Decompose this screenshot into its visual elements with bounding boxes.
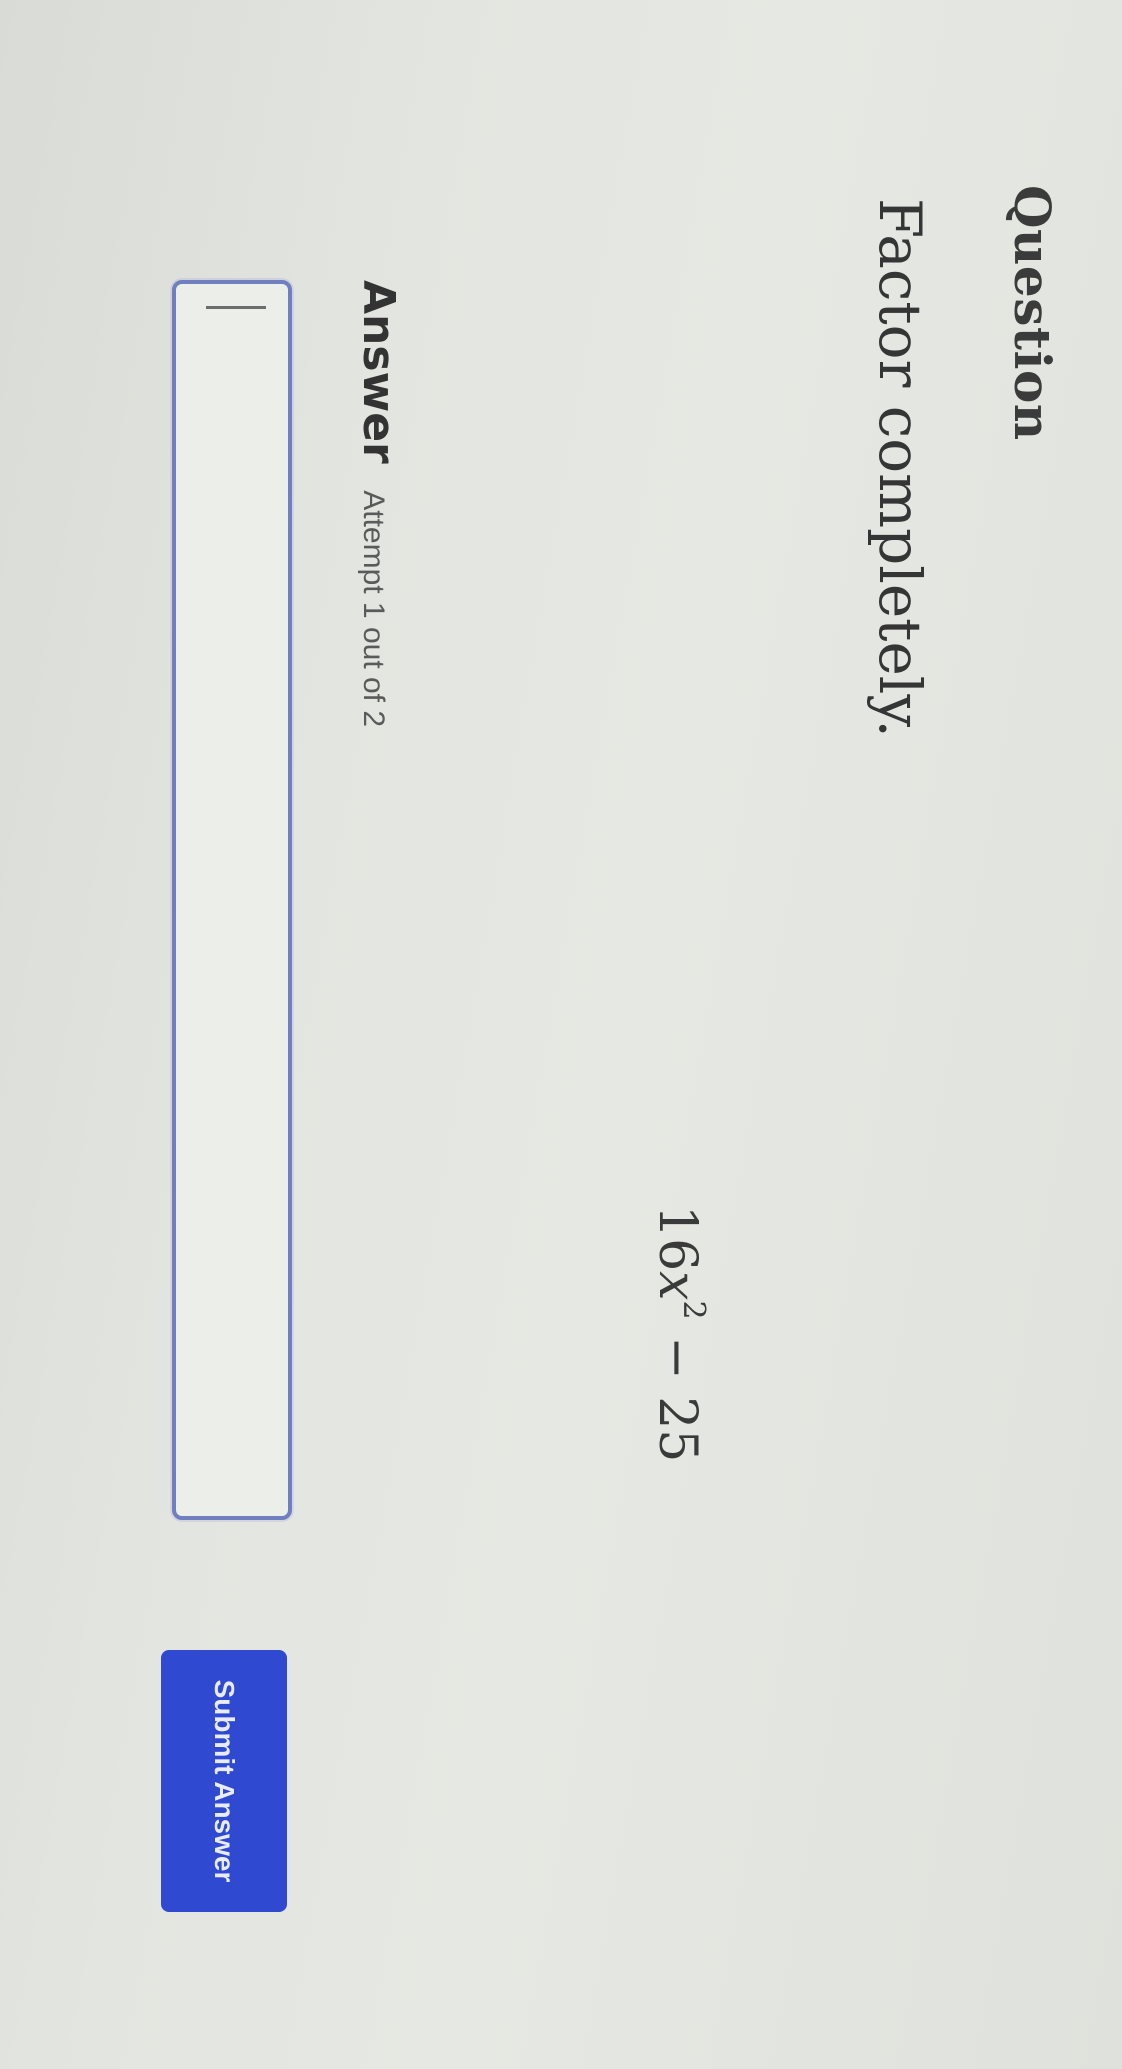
answer-header: Answer Attempt 1 out of 2	[353, 280, 404, 727]
answer-input[interactable]	[172, 280, 292, 1520]
attempt-counter: Attempt 1 out of 2	[357, 490, 390, 728]
expression-variable: x	[647, 1271, 707, 1301]
expression-exponent: 2	[676, 1300, 712, 1320]
expression-coefficient: 16	[647, 1205, 707, 1272]
math-expression: 16x2 − 25	[647, 1205, 711, 1463]
question-heading: Question	[1003, 185, 1062, 441]
submit-answer-button[interactable]: Submit Answer	[161, 1650, 287, 1912]
text-caret	[206, 306, 266, 309]
answer-label: Answer	[353, 280, 404, 464]
expression-rest: − 25	[647, 1319, 707, 1463]
question-prompt: Factor completely.	[866, 198, 934, 738]
question-page: Question Factor completely. 16x2 − 25 An…	[0, 0, 1122, 2069]
